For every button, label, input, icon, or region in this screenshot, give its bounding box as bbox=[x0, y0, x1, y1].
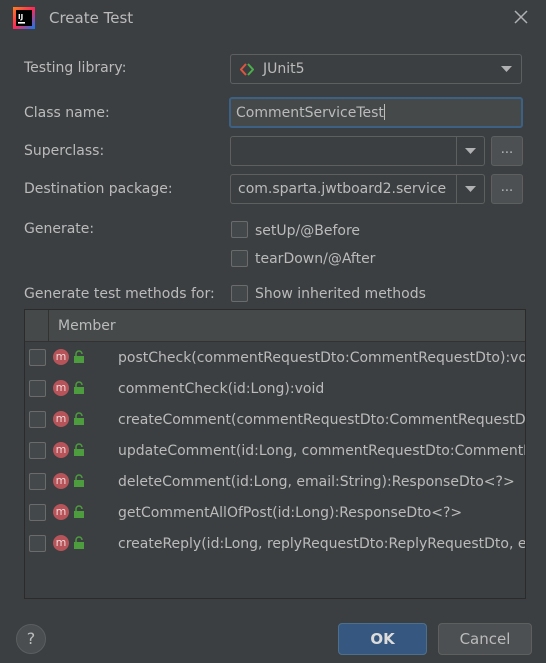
title-bar: IJ Create Test bbox=[0, 0, 546, 38]
superclass-browse-button[interactable]: ... bbox=[491, 136, 523, 166]
member-checkbox[interactable] bbox=[29, 442, 46, 459]
member-signature: commentCheck(id:Long):void bbox=[118, 381, 325, 397]
chevron-down-icon bbox=[493, 55, 521, 83]
checkbox-column-header[interactable] bbox=[25, 310, 49, 342]
method-icon: m bbox=[53, 473, 69, 489]
member-checkbox[interactable] bbox=[29, 473, 46, 490]
class-name-label: Class name: bbox=[24, 105, 110, 121]
class-name-field[interactable]: CommentServiceTest bbox=[229, 97, 523, 128]
ok-button[interactable]: OK bbox=[338, 623, 427, 655]
method-icon: m bbox=[53, 504, 69, 520]
members-table: Member m postCheck(commentRequestDto:Com… bbox=[24, 309, 526, 599]
method-icon: m bbox=[53, 349, 69, 365]
member-signature: deleteComment(id:Long, email:String):Res… bbox=[118, 474, 515, 490]
member-signature: createComment(commentRequestDto:CommentR… bbox=[118, 412, 526, 428]
generate-methods-label: Generate test methods for: bbox=[24, 286, 215, 302]
intellij-idea-icon: IJ bbox=[13, 7, 35, 29]
cancel-button[interactable]: Cancel bbox=[438, 623, 532, 655]
member-checkbox[interactable] bbox=[29, 411, 46, 428]
destination-package-dropdown[interactable]: com.sparta.jwtboard2.service bbox=[230, 174, 485, 204]
chevron-down-icon bbox=[456, 137, 484, 165]
show-inherited-checkbox[interactable] bbox=[231, 285, 248, 302]
table-row[interactable]: m postCheck(commentRequestDto:CommentReq… bbox=[25, 343, 525, 374]
table-row[interactable]: m getCommentAllOfPost(id:Long):ResponseD… bbox=[25, 498, 525, 529]
testing-library-value: JUnit5 bbox=[263, 61, 305, 77]
lock-icon bbox=[74, 474, 84, 487]
junit-icon bbox=[240, 63, 254, 76]
teardown-label: tearDown/@After bbox=[255, 251, 376, 267]
member-signature: getCommentAllOfPost(id:Long):ResponseDto… bbox=[118, 505, 463, 521]
member-checkbox[interactable] bbox=[29, 380, 46, 397]
table-row[interactable]: m updateComment(id:Long, commentRequestD… bbox=[25, 436, 525, 467]
member-signature: postCheck(commentRequestDto:CommentReque… bbox=[118, 350, 526, 366]
member-checkbox[interactable] bbox=[29, 535, 46, 552]
lock-icon bbox=[74, 350, 84, 363]
destination-package-browse-button[interactable]: ... bbox=[491, 174, 523, 204]
method-icon: m bbox=[53, 535, 69, 551]
method-icon: m bbox=[53, 380, 69, 396]
text-caret bbox=[383, 104, 385, 120]
lock-icon bbox=[74, 381, 84, 394]
close-icon[interactable] bbox=[512, 8, 530, 26]
generate-label: Generate: bbox=[24, 221, 95, 237]
table-row[interactable]: m commentCheck(id:Long):void bbox=[25, 374, 525, 405]
lock-icon bbox=[74, 412, 84, 425]
method-icon: m bbox=[53, 411, 69, 427]
member-column-header[interactable]: Member bbox=[58, 318, 116, 334]
member-checkbox[interactable] bbox=[29, 504, 46, 521]
superclass-dropdown[interactable] bbox=[230, 136, 485, 166]
destination-package-label: Destination package: bbox=[24, 181, 173, 197]
lock-icon bbox=[74, 505, 84, 518]
setup-label: setUp/@Before bbox=[255, 223, 361, 239]
testing-library-label: Testing library: bbox=[24, 60, 127, 76]
setup-checkbox[interactable] bbox=[231, 221, 248, 238]
destination-package-value: com.sparta.jwtboard2.service bbox=[238, 181, 447, 197]
dialog-title: Create Test bbox=[49, 9, 134, 27]
table-row[interactable]: m createReply(id:Long, replyRequestDto:R… bbox=[25, 529, 525, 560]
show-inherited-label: Show inherited methods bbox=[255, 286, 426, 302]
superclass-label: Superclass: bbox=[24, 143, 105, 159]
svg-text:IJ: IJ bbox=[18, 13, 23, 21]
testing-library-dropdown[interactable]: JUnit5 bbox=[230, 54, 522, 84]
member-checkbox[interactable] bbox=[29, 349, 46, 366]
table-header: Member bbox=[25, 310, 525, 342]
chevron-down-icon bbox=[456, 175, 484, 203]
lock-icon bbox=[74, 536, 84, 549]
class-name-value: CommentServiceTest bbox=[236, 104, 385, 121]
teardown-checkbox[interactable] bbox=[231, 250, 248, 267]
table-row[interactable]: m deleteComment(id:Long, email:String):R… bbox=[25, 467, 525, 498]
help-button[interactable]: ? bbox=[16, 624, 46, 654]
member-signature: createReply(id:Long, replyRequestDto:Rep… bbox=[118, 536, 526, 552]
method-icon: m bbox=[53, 442, 69, 458]
member-signature: updateComment(id:Long, commentRequestDto… bbox=[118, 443, 526, 459]
lock-icon bbox=[74, 443, 84, 456]
table-row[interactable]: m createComment(commentRequestDto:Commen… bbox=[25, 405, 525, 436]
